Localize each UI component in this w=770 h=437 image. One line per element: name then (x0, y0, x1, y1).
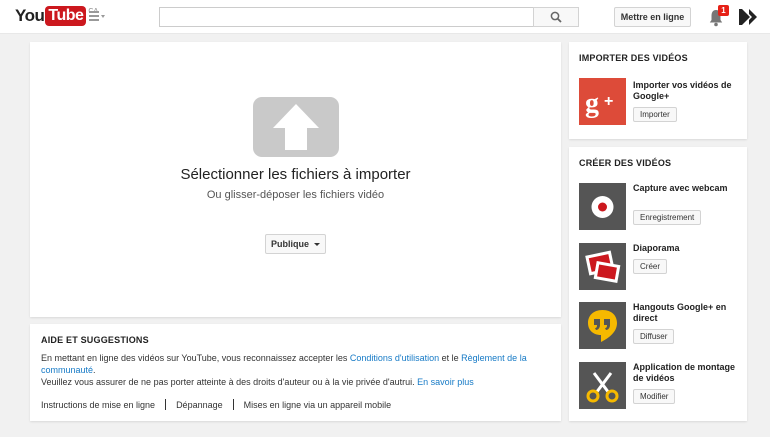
mobile-upload-link[interactable]: Mises en ligne via un appareil mobile (244, 400, 392, 410)
divider (232, 399, 234, 410)
help-text: En mettant en ligne des vidéos sur YouTu… (41, 352, 541, 388)
create-videos-panel: CRÉER DES VIDÉOS Capture avec webcam Enr… (569, 147, 747, 421)
slideshow-label: Diaporama (633, 243, 680, 253)
help-links: Instructions de mise en ligne Dépannage … (41, 399, 391, 410)
help-line1-mid: et le (439, 353, 462, 363)
top-bar: You Tube CA Mettre en ligne 1 (0, 0, 770, 34)
svg-text:+: + (604, 93, 613, 110)
slideshow-icon[interactable] (579, 243, 626, 290)
help-line1-prefix: En mettant en ligne des vidéos sur YouTu… (41, 353, 350, 363)
terms-link[interactable]: Conditions d'utilisation (350, 353, 439, 363)
hangouts-label: Hangouts Google+ en direct (633, 302, 727, 323)
youtube-logo[interactable]: You Tube CA (15, 6, 98, 28)
search-icon (550, 11, 562, 23)
chevron-down-icon (314, 242, 320, 246)
record-button[interactable]: Enregistrement (633, 210, 702, 225)
svg-text:g: g (585, 88, 599, 119)
create-section-title: CRÉER DES VIDÉOS (579, 158, 672, 168)
import-videos-panel: IMPORTER DES VIDÉOS g + Importer vos vid… (569, 42, 747, 139)
edit-button[interactable]: Modifier (633, 389, 676, 404)
import-button[interactable]: Importer (633, 107, 677, 122)
help-panel: AIDE ET SUGGESTIONS En mettant en ligne … (30, 324, 561, 421)
account-avatar-icon[interactable] (739, 9, 759, 25)
learn-more-link[interactable]: En savoir plus (417, 377, 474, 387)
divider (165, 399, 167, 410)
privacy-value: Publique (271, 239, 309, 249)
upload-title: Sélectionner les fichiers à importer (180, 166, 411, 183)
logo-you-text: You (15, 6, 45, 25)
help-title: AIDE ET SUGGESTIONS (41, 335, 149, 345)
help-line2-prefix: Veuillez vous assurer de ne pas porter a… (41, 377, 418, 387)
upload-subtitle: Ou glisser-déposer les fichiers vidéo (206, 189, 385, 201)
help-line1-suffix: . (93, 365, 96, 375)
hangouts-icon[interactable] (579, 302, 626, 349)
upload-dropzone[interactable]: Sélectionner les fichiers à importer Ou … (30, 42, 561, 317)
upload-arrow-icon[interactable] (253, 97, 339, 157)
privacy-select[interactable]: Publique (265, 234, 326, 254)
upload-button[interactable]: Mettre en ligne (614, 7, 691, 27)
broadcast-button[interactable]: Diffuser (633, 329, 675, 344)
import-section-title: IMPORTER DES VIDÉOS (579, 53, 688, 63)
video-editor-label: Application de montage de vidéos (633, 362, 736, 383)
search-input[interactable] (159, 7, 533, 27)
search-bar (159, 7, 579, 27)
upload-instructions-link[interactable]: Instructions de mise en ligne (41, 400, 155, 410)
scissors-icon[interactable] (579, 362, 626, 409)
import-item-label: Importer vos vidéos de Google+ (633, 80, 732, 101)
logo-tube-text: Tube (45, 6, 87, 26)
google-plus-icon[interactable]: g + (579, 78, 626, 125)
webcam-label: Capture avec webcam (633, 183, 728, 193)
troubleshooting-link[interactable]: Dépannage (176, 400, 223, 410)
guide-menu-icon[interactable] (89, 10, 107, 24)
search-button[interactable] (533, 7, 579, 27)
notification-badge: 1 (718, 5, 729, 16)
create-slideshow-button[interactable]: Créer (633, 259, 668, 274)
webcam-icon[interactable] (579, 183, 626, 230)
